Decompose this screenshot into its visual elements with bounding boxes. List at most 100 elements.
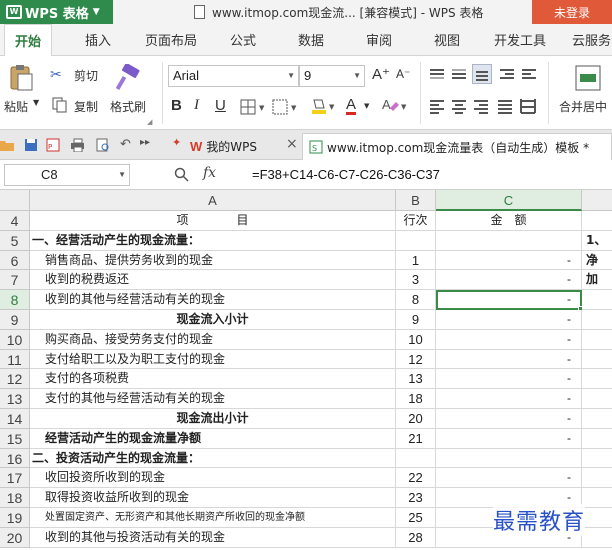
row-header[interactable]: 4: [0, 211, 30, 231]
row-header[interactable]: 12: [0, 369, 30, 390]
cell-item[interactable]: 支付的各项税费: [30, 369, 396, 390]
cell-d[interactable]: [582, 468, 612, 489]
cell-d[interactable]: [582, 389, 612, 409]
cell-item[interactable]: 一、经营活动产生的现金流量：: [30, 230, 396, 251]
cell-line-no[interactable]: 21: [396, 428, 436, 449]
cell-item[interactable]: 取得投资收益所收到的现金: [30, 488, 396, 508]
clipboard-expand-icon[interactable]: ◢: [147, 118, 152, 126]
cell-line-no[interactable]: 28: [396, 527, 436, 548]
tab-home[interactable]: 开始: [4, 24, 53, 57]
cell-style-icon[interactable]: ▼: [272, 99, 302, 115]
cell-d[interactable]: [582, 290, 612, 310]
row-header[interactable]: 8: [0, 290, 30, 310]
row-header[interactable]: 20: [0, 527, 30, 548]
cell-line-no[interactable]: 22: [396, 468, 436, 489]
cell-item[interactable]: 收到的其他与投资活动有关的现金: [30, 527, 396, 548]
copy-icon[interactable]: [52, 97, 68, 113]
cell-d[interactable]: [582, 449, 612, 469]
cell-amount[interactable]: -: [436, 409, 582, 429]
cell-item[interactable]: 收到的税费返还: [30, 270, 396, 291]
font-name-select[interactable]: Arial ▼: [168, 65, 299, 87]
decrease-indent-icon[interactable]: [500, 67, 514, 81]
cell-item[interactable]: 购买商品、接受劳务支付的现金: [30, 329, 396, 350]
cell-item[interactable]: 经营活动产生的现金流量净额: [30, 428, 396, 449]
name-box[interactable]: C8 ▼: [4, 164, 130, 186]
login-button[interactable]: 未登录: [532, 0, 612, 24]
clear-format-icon[interactable]: A ▼: [380, 96, 410, 116]
cell-d[interactable]: [582, 350, 612, 370]
cell-item[interactable]: 现金流入小计: [30, 310, 396, 330]
print-icon[interactable]: [70, 138, 84, 152]
row-header[interactable]: 6: [0, 250, 30, 271]
tab-view[interactable]: 视图: [434, 30, 460, 49]
close-icon[interactable]: ×: [286, 136, 298, 152]
cell-amount[interactable]: [436, 448, 582, 469]
format-painter-icon[interactable]: [114, 64, 142, 92]
cell-amount[interactable]: [436, 230, 582, 251]
cell-d[interactable]: [582, 409, 612, 429]
paste-icon[interactable]: [8, 64, 34, 92]
align-right-icon[interactable]: [474, 99, 488, 114]
search-icon[interactable]: [174, 167, 190, 183]
print-preview-icon[interactable]: [96, 138, 110, 152]
row-header[interactable]: 14: [0, 409, 30, 429]
column-header-d[interactable]: [582, 190, 612, 211]
cell-d[interactable]: [582, 528, 612, 548]
tab-formulas[interactable]: 公式: [230, 30, 256, 49]
cell-item[interactable]: 支付给职工以及为职工支付的现金: [30, 349, 396, 370]
cell-amount[interactable]: -: [436, 428, 582, 449]
cell-d[interactable]: 净: [582, 251, 612, 271]
shrink-font-button[interactable]: A⁻: [396, 67, 410, 81]
pin-icon[interactable]: ✦: [172, 136, 181, 149]
cell-line-no[interactable]: 20: [396, 409, 436, 429]
cell-item[interactable]: 支付的其他与经营活动有关的现金: [30, 389, 396, 409]
column-header-b[interactable]: B: [396, 190, 436, 211]
cell-d[interactable]: [582, 508, 612, 528]
font-size-select[interactable]: 9 ▼: [299, 65, 365, 87]
selected-cell-c8[interactable]: -: [436, 290, 582, 310]
row-header[interactable]: 5: [0, 230, 30, 251]
cell-amount[interactable]: -: [436, 369, 582, 390]
cell-item[interactable]: 项 目: [30, 211, 396, 231]
cell-amount[interactable]: -: [436, 310, 582, 330]
column-header-a[interactable]: A: [30, 190, 396, 211]
cell-d[interactable]: [582, 211, 612, 231]
underline-button[interactable]: U: [215, 97, 226, 114]
cell-line-no[interactable]: 25: [396, 508, 436, 528]
fx-icon[interactable]: fx: [203, 165, 216, 181]
cell-line-no[interactable]: 10: [396, 329, 436, 350]
cell-line-no[interactable]: 18: [396, 389, 436, 409]
cut-button[interactable]: 剪切: [74, 67, 98, 84]
cell-line-no[interactable]: 9: [396, 310, 436, 330]
row-header[interactable]: 13: [0, 389, 30, 409]
cell-amount[interactable]: -: [436, 329, 582, 350]
cell-amount[interactable]: -: [436, 250, 582, 271]
row-header[interactable]: 9: [0, 310, 30, 330]
row-header[interactable]: 11: [0, 349, 30, 370]
cell-item[interactable]: 收到的其他与经营活动有关的现金: [30, 290, 396, 310]
cell-d[interactable]: 1、: [582, 231, 612, 251]
select-all-corner[interactable]: [0, 190, 30, 211]
cell-d[interactable]: [582, 369, 612, 390]
cell-item[interactable]: 收回投资所收到的现金: [30, 468, 396, 489]
cell-line-no[interactable]: 23: [396, 488, 436, 508]
cell-amount[interactable]: 金 额: [436, 211, 582, 231]
pdf-icon[interactable]: P: [46, 138, 60, 152]
merge-center-icon[interactable]: [574, 64, 602, 92]
tab-review[interactable]: 审阅: [366, 30, 392, 49]
grow-font-button[interactable]: A⁺: [372, 65, 390, 83]
cell-item[interactable]: 销售商品、提供劳务收到的现金: [30, 250, 396, 271]
cell-d[interactable]: [582, 310, 612, 330]
paste-button[interactable]: 粘贴: [4, 98, 28, 115]
cell-amount[interactable]: -: [436, 349, 582, 370]
tab-cloud[interactable]: 云服务: [572, 30, 611, 49]
tab-page-layout[interactable]: 页面布局: [145, 30, 197, 49]
cell-line-no[interactable]: 1: [396, 250, 436, 271]
tab-active-document[interactable]: S www.itmop.com现金流量表（自动生成）模板 *: [302, 133, 612, 160]
more-icon[interactable]: ▸▸: [140, 137, 150, 148]
row-header[interactable]: 19: [0, 508, 30, 528]
cell-d[interactable]: 加: [582, 270, 612, 291]
cell-d[interactable]: [582, 330, 612, 350]
row-header[interactable]: 7: [0, 270, 30, 291]
cell-line-no[interactable]: 8: [396, 290, 436, 310]
